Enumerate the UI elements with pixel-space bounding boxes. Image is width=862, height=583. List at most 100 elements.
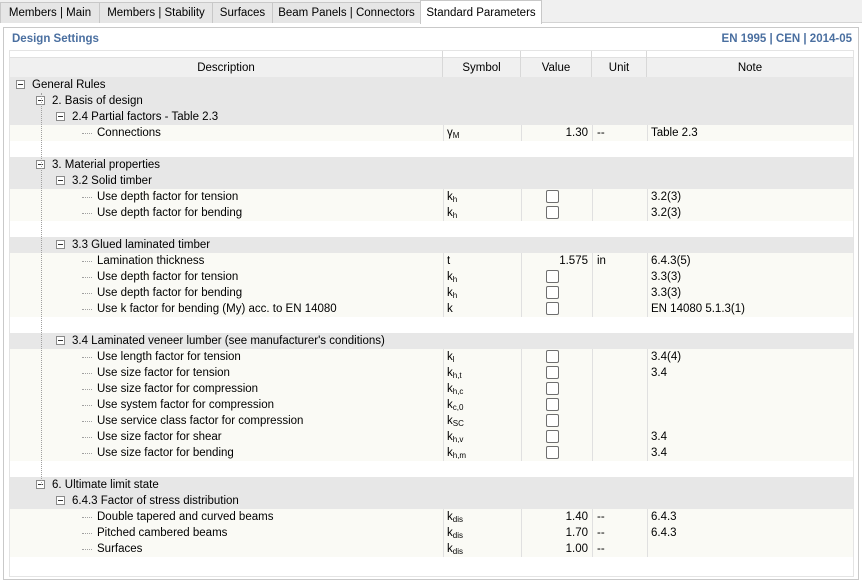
collapse-icon[interactable] <box>56 336 65 345</box>
parameter-value[interactable]: 1.40 <box>521 509 588 525</box>
column-separator <box>647 445 648 461</box>
parameter-note: 6.4.3 <box>651 511 677 523</box>
parameter-row[interactable]: Connections γM 1.30 -- Table 2.3 <box>10 125 853 141</box>
parameter-value[interactable]: 1.575 <box>521 253 588 269</box>
tab-standard-parameters[interactable]: Standard Parameters <box>420 0 542 24</box>
column-header-symbol[interactable]: Symbol <box>443 51 521 77</box>
column-separator <box>521 429 522 445</box>
parameter-row[interactable]: Use size factor for compression kh,c <box>10 381 853 397</box>
collapse-icon[interactable] <box>56 112 65 121</box>
parameter-row[interactable]: Use depth factor for tension kh 3.3(3) <box>10 269 853 285</box>
collapse-icon[interactable] <box>56 496 65 505</box>
parameter-note: 3.4 <box>651 367 667 379</box>
parameter-row[interactable]: Use service class factor for compression… <box>10 413 853 429</box>
tab-members-stability[interactable]: Members | Stability <box>99 2 213 23</box>
collapse-icon[interactable] <box>16 80 25 89</box>
tree-connector <box>82 453 92 454</box>
collapse-icon[interactable] <box>56 176 65 185</box>
group-laminated-veneer-lumber: 3.4 Laminated veneer lumber (see manufac… <box>72 335 385 347</box>
column-separator <box>443 445 444 461</box>
group-ultimate-limit-state: 6. Ultimate limit state <box>52 479 159 491</box>
parameter-checkbox[interactable] <box>546 286 559 299</box>
column-header-description[interactable]: Description <box>10 51 443 77</box>
tab-members-main[interactable]: Members | Main <box>0 2 100 23</box>
column-separator <box>521 445 522 461</box>
parameter-checkbox[interactable] <box>546 190 559 203</box>
parameter-row[interactable]: Double tapered and curved beams kdis 1.40-… <box>10 509 853 525</box>
column-separator <box>443 253 444 269</box>
group-partial-factors: 2.4 Partial factors - Table 2.3 <box>72 111 219 123</box>
tab-surfaces[interactable]: Surfaces <box>212 2 273 23</box>
symbol-subscript: h,t <box>452 371 462 380</box>
parameter-symbol: kh <box>447 189 457 205</box>
tree-group-row[interactable]: 2.4 Partial factors - Table 2.3 <box>10 109 853 125</box>
tab-beam-panels-connectors[interactable]: Beam Panels | Connectors <box>272 2 421 23</box>
parameter-description: Use system factor for compression <box>97 397 275 413</box>
column-separator <box>592 189 593 205</box>
tree-group-row[interactable]: 6.4.3 Factor of stress distribution <box>10 493 853 509</box>
parameter-checkbox[interactable] <box>546 430 559 443</box>
tree-connector <box>82 309 92 310</box>
column-separator <box>521 189 522 205</box>
column-header-unit[interactable]: Unit <box>592 51 647 77</box>
tree-group-row[interactable]: 3.4 Laminated veneer lumber (see manufac… <box>10 333 853 349</box>
column-separator <box>647 429 648 445</box>
column-separator <box>521 301 522 317</box>
parameter-row[interactable]: Use length factor for tension kl 3.4(4) <box>10 349 853 365</box>
parameter-row[interactable]: Use size factor for shear kh,v 3.4 <box>10 429 853 445</box>
symbol-main: k <box>447 303 453 315</box>
parameter-description: Surfaces <box>97 541 143 557</box>
parameter-row[interactable]: Lamination thickness t 1.575 in 6.4.3(5) <box>10 253 853 269</box>
parameter-row[interactable]: Use k factor for bending (My) acc. to EN… <box>10 301 853 317</box>
parameter-checkbox[interactable] <box>546 350 559 363</box>
parameter-description: Use k factor for bending (My) acc. to EN… <box>97 301 337 317</box>
parameter-row[interactable]: Use depth factor for tension kh 3.2(3) <box>10 189 853 205</box>
group-basis-of-design: 2. Basis of design <box>52 95 143 107</box>
section-spacer <box>10 461 853 477</box>
tree-group-row[interactable]: 3. Material properties <box>10 157 853 173</box>
parameter-checkbox[interactable] <box>546 270 559 283</box>
column-separator <box>592 381 593 397</box>
parameter-row[interactable]: Surfaces kdis 1.00 -- <box>10 541 853 557</box>
column-separator <box>592 509 593 525</box>
tree-group-row[interactable]: 3.3 Glued laminated timber <box>10 237 853 253</box>
parameter-symbol: kdis <box>447 541 463 557</box>
parameter-checkbox[interactable] <box>546 382 559 395</box>
column-header-note[interactable]: Note <box>647 51 853 77</box>
column-separator <box>592 541 593 557</box>
parameter-checkbox[interactable] <box>546 302 559 315</box>
column-separator <box>443 397 444 413</box>
column-separator <box>647 189 648 205</box>
tree-connector <box>82 357 92 358</box>
parameter-value[interactable]: 1.70 <box>521 525 588 541</box>
parameter-row[interactable]: Use size factor for tension kh,t 3.4 <box>10 365 853 381</box>
column-separator <box>443 269 444 285</box>
parameter-checkbox[interactable] <box>546 446 559 459</box>
grid-header: Description Symbol Value Unit Note <box>10 51 853 77</box>
parameter-row[interactable]: Use depth factor for bending kh 3.2(3) <box>10 205 853 221</box>
symbol-subscript: h <box>452 291 458 300</box>
parameter-checkbox[interactable] <box>546 366 559 379</box>
symbol-subscript: dis <box>452 531 463 540</box>
parameter-row[interactable]: Use system factor for compression kc,0 <box>10 397 853 413</box>
parameter-checkbox[interactable] <box>546 398 559 411</box>
tree-group-row[interactable]: General Rules <box>10 77 853 93</box>
parameter-row[interactable]: Use size factor for bending kh,m 3.4 <box>10 445 853 461</box>
tree-group-row[interactable]: 3.2 Solid timber <box>10 173 853 189</box>
parameter-row[interactable]: Pitched cambered beams kdis 1.70 -- 6.4.3 <box>10 525 853 541</box>
parameter-symbol: kc,0 <box>447 397 463 413</box>
parameter-value[interactable]: 1.00 <box>521 541 588 557</box>
collapse-icon[interactable] <box>56 240 65 249</box>
tree-group-row[interactable]: 2. Basis of design <box>10 93 853 109</box>
parameter-checkbox[interactable] <box>546 414 559 427</box>
tree-group-row[interactable]: 6. Ultimate limit state <box>10 477 853 493</box>
column-separator <box>592 525 593 541</box>
parameter-value[interactable]: 1.30 <box>521 125 588 141</box>
tree-connector <box>82 389 92 390</box>
parameter-row[interactable]: Use depth factor for bending kh 3.3(3) <box>10 285 853 301</box>
column-separator <box>647 509 648 525</box>
column-separator <box>443 301 444 317</box>
symbol-subscript: dis <box>452 515 463 524</box>
column-header-value[interactable]: Value <box>521 51 592 77</box>
parameter-checkbox[interactable] <box>546 206 559 219</box>
